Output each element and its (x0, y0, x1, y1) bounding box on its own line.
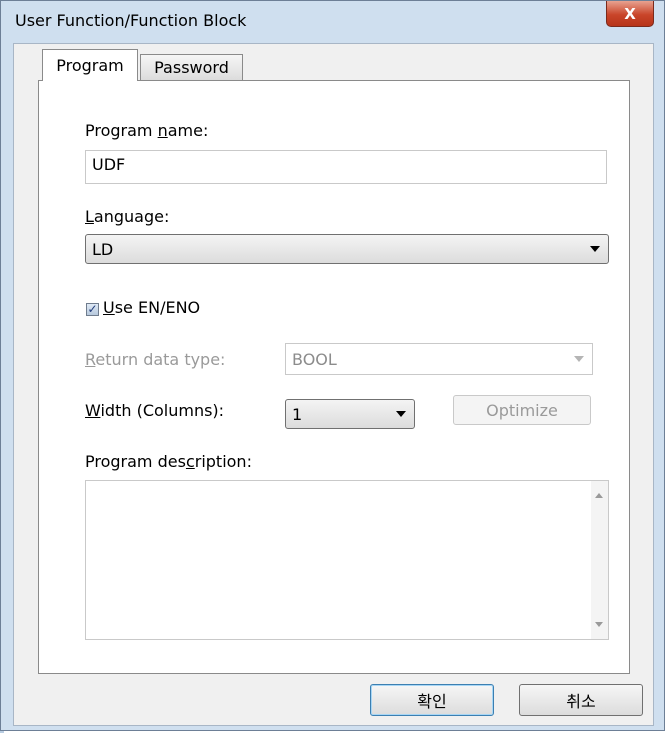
language-label: Language: (85, 207, 170, 226)
close-button[interactable]: X (606, 1, 654, 27)
program-name-label: Program name: (85, 121, 209, 140)
cancel-label: 취소 (566, 692, 596, 711)
width-columns-value: 1 (292, 404, 303, 424)
tab-label: Password (154, 58, 229, 77)
return-data-type-value: BOOL (292, 349, 337, 369)
program-description-textarea[interactable] (85, 480, 609, 640)
program-description-label: Program description: (85, 452, 252, 471)
tab-password[interactable]: Password (140, 54, 243, 80)
tab-label: Program (56, 56, 124, 75)
use-en-eno-checkbox[interactable]: ✓ (86, 303, 99, 316)
ok-button[interactable]: 확인 (370, 684, 494, 716)
optimize-label: Optimize (486, 400, 558, 420)
scrollbar[interactable] (591, 481, 608, 639)
language-select[interactable]: LD (85, 234, 609, 264)
tab-panel-program: Program name: UDF Language: LD ✓ Use EN/… (38, 80, 630, 674)
dialog-client-area: Program Password Program name: UDF Langu… (13, 43, 654, 726)
width-columns-select[interactable]: 1 (285, 399, 415, 429)
return-data-type-label: Return data type: (85, 350, 226, 369)
language-value: LD (92, 239, 114, 259)
chevron-down-icon (590, 246, 600, 252)
tab-program[interactable]: Program (42, 49, 138, 81)
close-icon: X (624, 4, 636, 23)
return-data-type-select[interactable]: BOOL (285, 343, 593, 375)
window-title: User Function/Function Block (15, 11, 247, 30)
chevron-down-icon (574, 356, 584, 362)
dialog-window: User Function/Function Block X Program P… (0, 0, 665, 731)
ok-label: 확인 (417, 692, 447, 711)
program-name-value: UDF (92, 155, 126, 174)
scroll-down-icon[interactable] (595, 622, 603, 627)
width-columns-label: Width (Columns): (85, 401, 225, 420)
optimize-button[interactable]: Optimize (453, 395, 591, 425)
scroll-up-icon[interactable] (595, 493, 603, 498)
program-name-input[interactable]: UDF (85, 150, 607, 184)
chevron-down-icon (396, 411, 406, 417)
cancel-button[interactable]: 취소 (519, 684, 643, 716)
use-en-eno-label[interactable]: Use EN/ENO (103, 298, 200, 317)
